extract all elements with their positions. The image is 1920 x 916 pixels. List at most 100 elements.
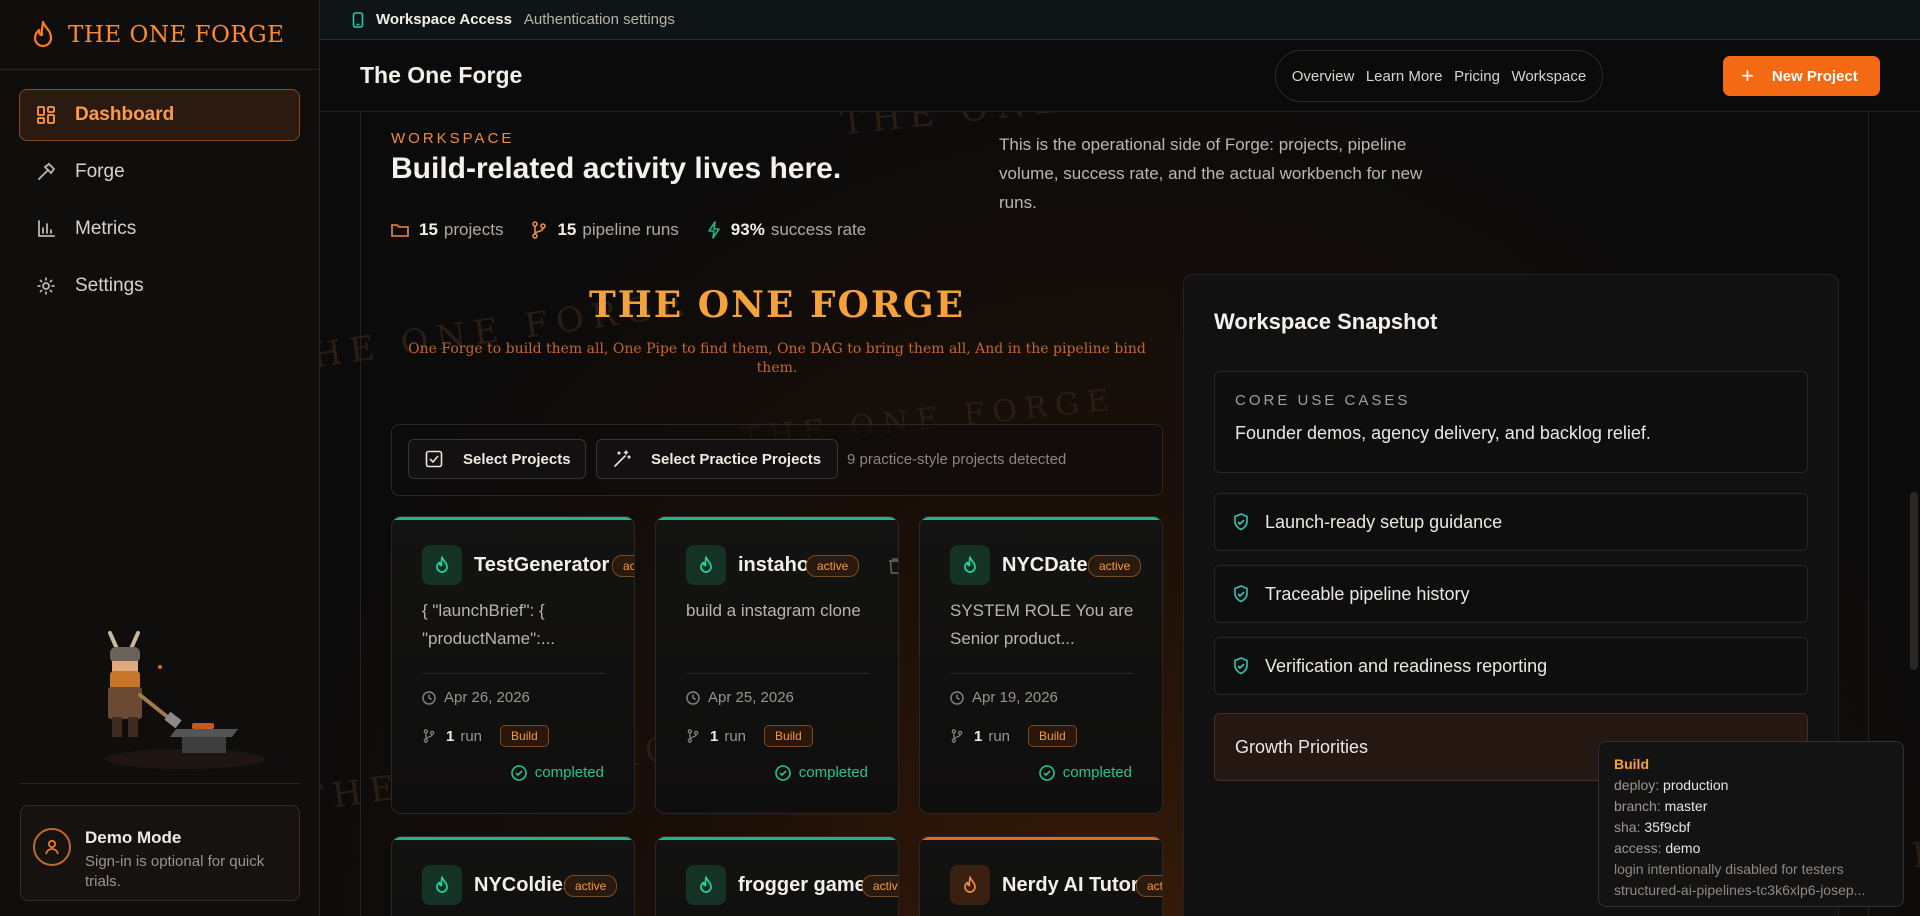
project-card[interactable]: Nerdy AI Tutor active — [919, 836, 1163, 916]
select-practice-projects-button[interactable]: Select Practice Projects — [596, 439, 838, 479]
hero-title: THE ONE FORGE — [588, 284, 966, 326]
project-runs: 1 run Build — [422, 725, 549, 747]
project-card[interactable]: instaho active build a instagram clone A… — [655, 516, 899, 814]
lightning-icon — [707, 221, 721, 239]
sidebar-item-forge[interactable]: Forge — [19, 146, 300, 198]
app-root: THE ONE FORGE Dashboard Forge Metrics Se… — [0, 0, 1920, 916]
core-use-cases-text: Founder demos, agency delivery, and back… — [1235, 423, 1651, 443]
project-status: completed — [510, 764, 604, 781]
flame-icon — [950, 865, 990, 905]
project-name: TestGenerator — [474, 553, 610, 576]
project-runs: 1 run Build — [686, 725, 813, 747]
tooltip-host: structured-ai-pipelines-tc3k6xlp6-josep.… — [1614, 882, 1866, 898]
sidebar: THE ONE FORGE Dashboard Forge Metrics Se… — [0, 0, 320, 916]
tooltip-branch: branch: master — [1614, 798, 1708, 814]
phone-icon — [352, 11, 364, 28]
project-name: instaho — [738, 553, 810, 576]
workspace-stats: 15 projects 15 pipeline runs 93% success… — [391, 220, 894, 240]
flame-icon — [686, 545, 726, 585]
tooltip-note: login intentionally disabled for testers — [1614, 861, 1844, 877]
project-date: Apr 25, 2026 — [686, 689, 794, 706]
feature-item: Verification and readiness reporting — [1214, 637, 1808, 695]
sidebar-item-label: Forge — [75, 161, 125, 182]
project-description: build a instagram clone — [686, 601, 861, 620]
check-circle-icon — [1038, 764, 1055, 781]
tooltip-sha: sha: 35f9cbf — [1614, 819, 1691, 835]
frame-line — [360, 112, 361, 916]
sidebar-item-label: Metrics — [75, 218, 137, 239]
project-description: { "launchBrief": { "productName":... — [422, 601, 556, 648]
build-tag: Build — [1028, 725, 1077, 747]
project-status: completed — [1038, 764, 1132, 781]
flame-icon — [422, 865, 462, 905]
clock-icon — [422, 690, 436, 705]
header: The One Forge Overview Learn More Pricin… — [320, 40, 1920, 112]
hammer-icon — [35, 161, 57, 183]
new-project-button[interactable]: + New Project — [1723, 56, 1880, 96]
feature-item: Launch-ready setup guidance — [1214, 493, 1808, 551]
sidebar-item-label: Dashboard — [75, 104, 175, 125]
project-name: NYCDate — [1002, 553, 1088, 576]
project-card[interactable]: TestGenerator active { "launchBrief": { … — [391, 516, 635, 814]
branch-icon — [422, 729, 436, 743]
project-card[interactable]: frogger game active — [655, 836, 899, 916]
clock-icon — [950, 690, 964, 705]
demo-mode-subtitle: Sign-in is optional for quick trials. — [85, 853, 265, 890]
new-project-label: New Project — [1771, 67, 1858, 85]
check-circle-icon — [774, 764, 791, 781]
trash-icon[interactable] — [888, 558, 898, 574]
select-projects-button[interactable]: Select Projects — [408, 439, 586, 479]
project-name: NYColdies — [474, 873, 575, 896]
tooltip-deploy: deploy: production — [1614, 777, 1729, 793]
branch-icon — [950, 729, 964, 743]
stat-pipeline-runs: 15 pipeline runs — [531, 220, 679, 240]
plus-icon: + — [1741, 63, 1754, 88]
sidebar-item-label: Settings — [75, 275, 144, 296]
snapshot-title: Workspace Snapshot — [1214, 309, 1438, 334]
demo-mode-card[interactable]: Demo Mode Sign-in is optional for quick … — [20, 805, 300, 901]
sidebar-item-settings[interactable]: Settings — [19, 260, 300, 312]
sidebar-item-metrics[interactable]: Metrics — [19, 203, 300, 255]
page-title: The One Forge — [360, 62, 523, 88]
header-nav: Overview Learn More Pricing Workspace — [1275, 50, 1603, 102]
flame-icon — [686, 865, 726, 905]
viking-mascot-illustration — [90, 625, 270, 775]
feature-item: Traceable pipeline history — [1214, 565, 1808, 623]
flame-icon — [950, 545, 990, 585]
project-status: completed — [774, 764, 868, 781]
status-badge: active — [862, 875, 898, 897]
hero-tagline: One Forge to build them all, One Pipe to… — [408, 341, 1146, 376]
gear-icon — [35, 275, 57, 297]
nav-learn-more[interactable]: Learn More — [1366, 68, 1443, 85]
folder-icon — [391, 222, 409, 238]
brand[interactable]: THE ONE FORGE — [0, 0, 319, 70]
magic-wand-icon — [613, 450, 631, 468]
project-card[interactable]: NYCDate active SYSTEM ROLE You are Senio… — [919, 516, 1163, 814]
bar-chart-icon — [35, 218, 57, 240]
selection-bar: Select Projects Select Practice Projects… — [391, 424, 1163, 496]
flame-logo-icon — [30, 20, 56, 50]
sidebar-item-dashboard[interactable]: Dashboard — [19, 89, 300, 141]
workspace-access-subtitle: Authentication settings — [523, 11, 675, 28]
branch-icon — [531, 221, 547, 239]
sidebar-nav: Dashboard Forge Metrics Settings — [0, 70, 319, 312]
check-circle-icon — [510, 764, 527, 781]
nav-pricing[interactable]: Pricing — [1454, 68, 1500, 85]
workspace-eyebrow: WORKSPACE — [391, 130, 515, 147]
tooltip-access: access: demo — [1614, 840, 1701, 856]
project-name: frogger game — [738, 873, 866, 896]
workspace-title: Build-related activity lives here. — [391, 152, 842, 185]
build-tag: Build — [500, 725, 549, 747]
project-card[interactable]: NYColdies active — [391, 836, 635, 916]
nav-workspace[interactable]: Workspace — [1511, 68, 1586, 85]
brand-name: THE ONE FORGE — [68, 21, 285, 48]
shield-check-icon — [1233, 585, 1249, 603]
build-info-tooltip: Build deploy: production branch: master … — [1598, 741, 1904, 907]
core-use-cases-card: CORE USE CASES Founder demos, agency del… — [1214, 371, 1808, 473]
workspace-access-bar[interactable]: Workspace Access Authentication settings — [320, 0, 1920, 40]
project-name: Nerdy AI Tutor — [1002, 873, 1139, 896]
scrollbar-thumb[interactable] — [1910, 492, 1918, 670]
workspace-access-title: Workspace Access — [376, 11, 512, 28]
nav-overview[interactable]: Overview — [1292, 68, 1355, 85]
status-badge: active — [1136, 875, 1162, 897]
